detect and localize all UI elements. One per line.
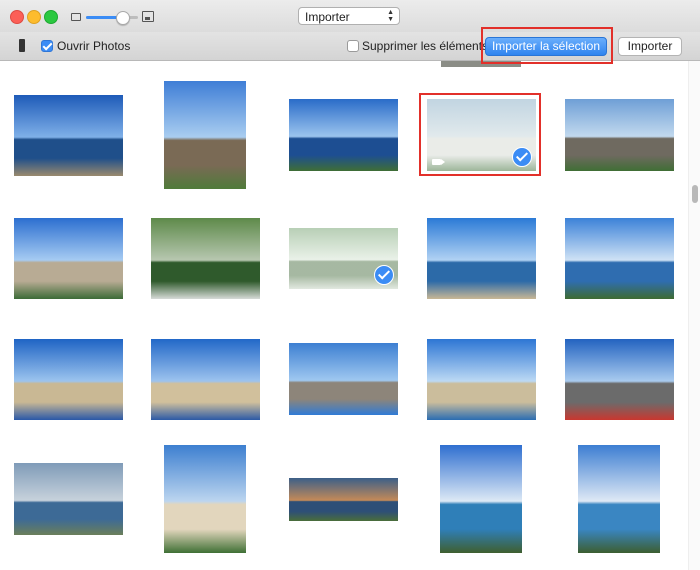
zoom-slider[interactable]	[86, 16, 138, 19]
photo-cell[interactable]	[427, 218, 536, 299]
import-button[interactable]: Importer	[618, 37, 682, 56]
selected-check-icon	[373, 264, 394, 285]
photo-cell[interactable]	[289, 228, 398, 289]
photo-grid	[0, 61, 688, 570]
photo-cell[interactable]	[565, 218, 674, 299]
open-photos-checkbox[interactable]	[41, 40, 53, 52]
zoom-window-icon[interactable]	[44, 10, 58, 24]
photo-cell[interactable]	[164, 81, 246, 189]
annotation-highlight-import-selection	[481, 27, 613, 64]
chevron-up-down-icon: ▲ ▼	[387, 9, 394, 23]
small-thumbnail-icon	[71, 13, 81, 21]
photo-cell[interactable]	[289, 99, 398, 171]
annotation-highlight-selected-photo	[419, 93, 541, 176]
photo-cell[interactable]	[440, 445, 522, 553]
delete-items-label: Supprimer les éléments	[362, 39, 489, 53]
iphone-device-icon[interactable]	[19, 39, 25, 52]
zoom-slider-knob[interactable]	[116, 11, 131, 25]
import-destination-value: Importer	[305, 10, 350, 24]
minimize-window-icon[interactable]	[27, 10, 41, 24]
photo-cell[interactable]	[151, 339, 260, 420]
photo-cell[interactable]	[14, 95, 123, 176]
photo-cell[interactable]	[164, 445, 246, 553]
delete-items-checkbox[interactable]	[347, 40, 359, 52]
large-thumbnail-icon	[142, 11, 154, 22]
open-photos-label: Ouvrir Photos	[57, 39, 131, 53]
vertical-scrollbar[interactable]	[688, 61, 700, 570]
photo-cell[interactable]	[565, 99, 674, 171]
photo-cell[interactable]	[427, 339, 536, 420]
photo-cell[interactable]	[14, 218, 123, 299]
photo-cell[interactable]	[578, 445, 660, 553]
photo-cell[interactable]	[565, 339, 674, 420]
photo-cell[interactable]	[14, 463, 123, 535]
photo-cell[interactable]	[151, 218, 260, 299]
close-window-icon[interactable]	[10, 10, 24, 24]
photo-cell[interactable]	[289, 343, 398, 415]
import-destination-select[interactable]: Importer ▲ ▼	[298, 7, 400, 25]
photo-cell[interactable]	[14, 339, 123, 420]
photo-cell[interactable]	[289, 478, 398, 521]
import-window: Importer ▲ ▼ Ouvrir Photos Supprimer les …	[0, 0, 700, 570]
scrollbar-thumb[interactable]	[692, 185, 698, 203]
